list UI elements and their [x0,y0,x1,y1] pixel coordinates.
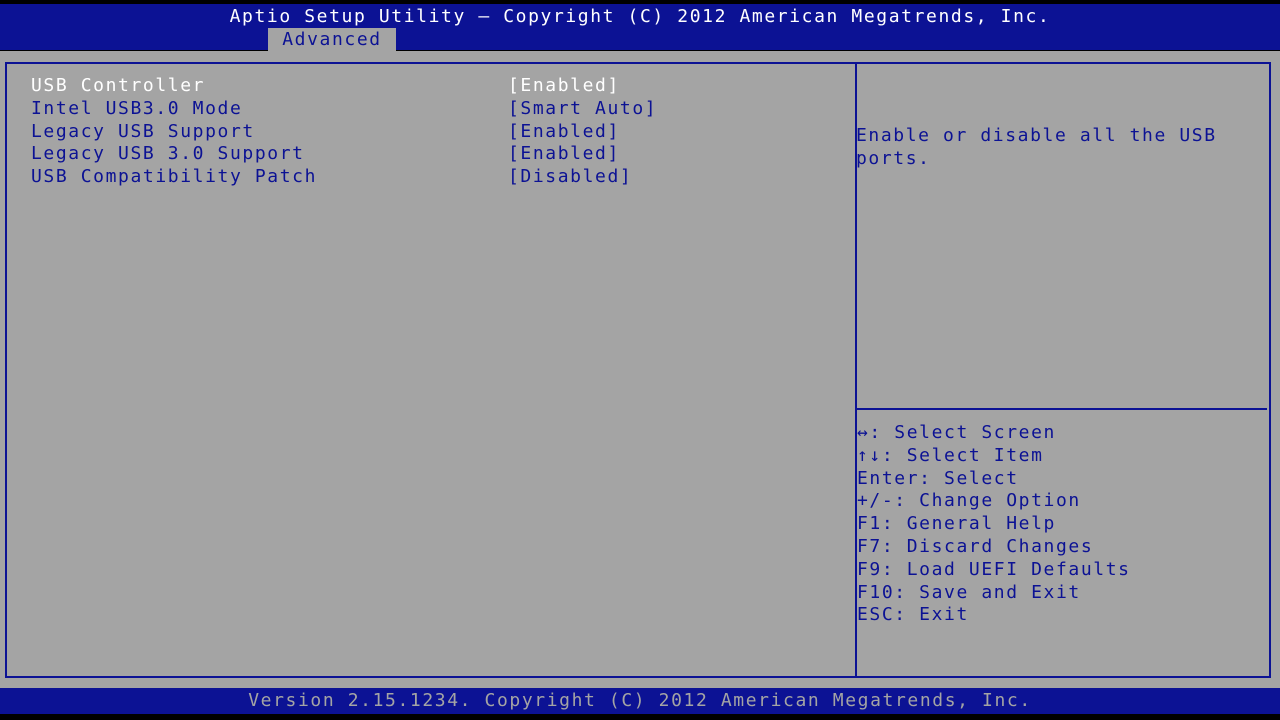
setting-label: USB Controller [31,75,206,96]
key-hint: ESC: Exit [857,604,969,626]
setting-value[interactable]: [Enabled] [508,75,620,98]
setting-legacy-usb-support[interactable]: Legacy USB Support [Enabled] [31,121,811,144]
setting-usb-controller[interactable]: USB Controller [Enabled] [31,75,811,98]
setting-legacy-usb3-support[interactable]: Legacy USB 3.0 Support [Enabled] [31,143,811,166]
key-hint: ↔: Select Screen [857,422,1056,443]
key-hint: ↑↓: Select Item [857,444,1044,466]
help-separator [856,408,1267,410]
key-hint: F1: General Help [857,513,1056,535]
setting-label: Legacy USB Support [31,120,255,142]
key-hint: F7: Discard Changes [857,535,1094,557]
setting-value[interactable]: [Disabled] [508,166,632,189]
setting-label: Intel USB3.0 Mode [31,97,243,119]
key-legend: ↔: Select Screen ↑↓: Select Item Enter: … [857,422,1131,627]
setting-value[interactable]: [Smart Auto] [508,98,657,121]
key-hint: F9: Load UEFI Defaults [857,558,1131,580]
setting-value[interactable]: [Enabled] [508,121,620,144]
setting-usb-compatibility-patch[interactable]: USB Compatibility Patch [Disabled] [31,166,811,189]
settings-list: USB Controller [Enabled] Intel USB3.0 Mo… [31,75,811,189]
tab-advanced[interactable]: Advanced [268,28,396,51]
setting-label: Legacy USB 3.0 Support [31,143,305,165]
key-hint: Enter: Select [857,467,1019,489]
main-panel: USB Controller [Enabled] Intel USB3.0 Mo… [0,51,1280,688]
key-hint: +/-: Change Option [857,490,1081,512]
app-title: Aptio Setup Utility – Copyright (C) 2012… [229,6,1051,27]
key-hint: F10: Save and Exit [857,581,1081,603]
help-text: Enable or disable all the USB ports. [856,125,1217,169]
version-footer: Version 2.15.1234. Copyright (C) 2012 Am… [248,690,1032,711]
setting-value[interactable]: [Enabled] [508,143,620,166]
setting-label: USB Compatibility Patch [31,166,318,188]
setting-intel-usb3-mode[interactable]: Intel USB3.0 Mode [Smart Auto] [31,98,811,121]
